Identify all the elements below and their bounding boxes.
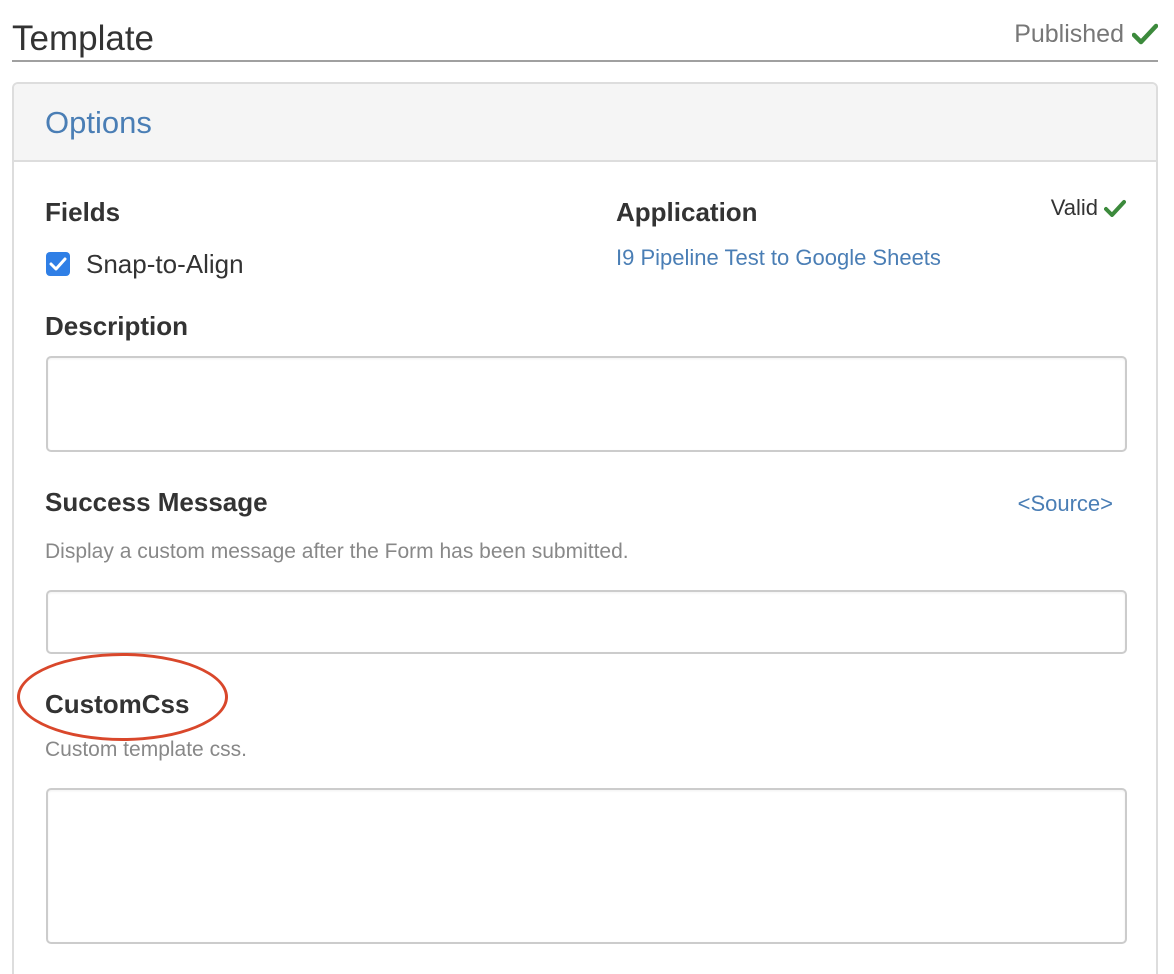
custom-css-help: Custom template css.	[45, 738, 247, 761]
check-icon	[1132, 23, 1158, 45]
snap-to-align-label[interactable]: Snap-to-Align	[86, 248, 244, 280]
publish-status: Published	[1014, 18, 1158, 50]
source-link[interactable]: <Source>	[1018, 490, 1113, 518]
fields-label: Fields	[45, 197, 121, 227]
options-panel: Options Fields Snap-to-Align Application…	[12, 82, 1158, 974]
success-message-input[interactable]	[46, 590, 1127, 654]
snap-to-align-option[interactable]: Snap-to-Align	[46, 248, 244, 280]
page-title: Template	[12, 19, 155, 58]
template-editor-page: Template Published Options Fields Snap-t…	[0, 0, 1174, 974]
panel-heading: Options	[14, 84, 1156, 162]
publish-status-label: Published	[1014, 20, 1124, 48]
success-message-label: Success Message	[45, 487, 268, 517]
snap-to-align-checkbox[interactable]	[46, 252, 70, 276]
success-message-help: Display a custom message after the Form …	[45, 540, 629, 563]
application-label: Application	[616, 197, 758, 227]
description-label: Description	[45, 311, 189, 341]
page-header: Template Published	[12, 0, 1158, 62]
application-link[interactable]: I9 Pipeline Test to Google Sheets	[616, 244, 941, 272]
description-textarea[interactable]	[46, 356, 1127, 452]
panel-title: Options	[45, 105, 152, 140]
validity-status: Valid	[1051, 194, 1126, 222]
validity-label: Valid	[1050, 195, 1098, 220]
check-icon	[1104, 199, 1126, 217]
custom-css-textarea[interactable]	[46, 788, 1127, 944]
annotation-circle	[17, 653, 228, 741]
